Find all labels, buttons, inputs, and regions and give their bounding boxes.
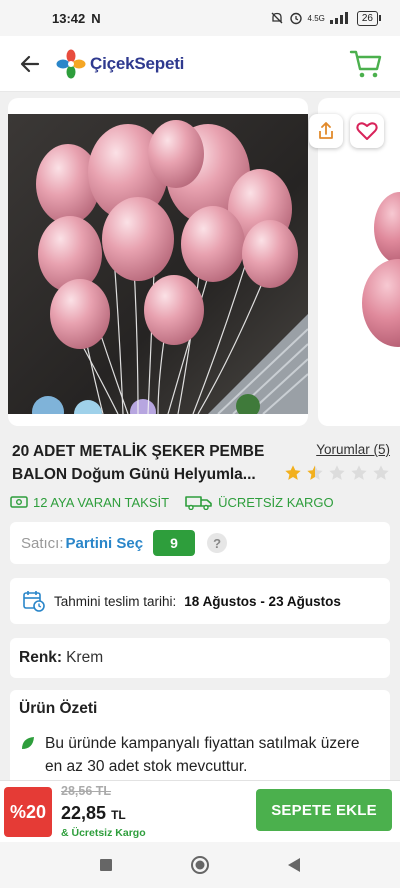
logo[interactable]: ÇiçekSepeti xyxy=(56,49,184,79)
notification-n-icon: N xyxy=(91,10,101,26)
discount-badge: %20 xyxy=(4,787,52,837)
free-shipping-promo: ÜCRETSİZ KARGO xyxy=(185,494,334,510)
product-image-slide[interactable] xyxy=(8,98,308,426)
delivery-label: Tahmini teslim tarihi: xyxy=(54,593,177,609)
help-icon[interactable]: ? xyxy=(207,533,228,553)
status-right: 4.5G 26 xyxy=(270,10,382,26)
seller-label: Satıcı: xyxy=(21,534,64,552)
balloons-image xyxy=(8,114,308,414)
battery-icon: 26 xyxy=(356,10,382,26)
calendar-clock-icon xyxy=(23,591,45,612)
currency: TL xyxy=(111,808,126,822)
color-selector[interactable]: Renk: Krem xyxy=(10,638,390,678)
cart-icon xyxy=(349,50,382,77)
system-back-button[interactable] xyxy=(282,853,306,877)
money-icon xyxy=(10,496,28,508)
seller-name-link[interactable]: Partini Seç xyxy=(66,535,144,552)
star-empty-icon xyxy=(351,465,367,480)
star-full-icon xyxy=(285,465,301,480)
square-icon xyxy=(100,859,112,871)
star-empty-icon xyxy=(329,465,345,480)
battery-level: 26 xyxy=(361,12,373,24)
summary-item: Bu üründe kampanyalı fiyattan satılmak ü… xyxy=(19,732,381,778)
share-button[interactable] xyxy=(309,114,343,148)
logo-text: ÇiçekSepeti xyxy=(90,53,185,73)
signal-icon xyxy=(329,12,348,24)
purchase-bar: %20 28,56 TL 22,85 TL & Ücretsiz Kargo S… xyxy=(0,780,400,842)
favorite-button[interactable] xyxy=(350,114,384,148)
triangle-back-icon xyxy=(288,858,300,872)
status-bar: 13:42 N 4.5G 26 xyxy=(0,0,400,36)
rating-stars[interactable] xyxy=(284,464,390,482)
star-empty-icon xyxy=(373,465,389,480)
delivery-card: Tahmini teslim tarihi: 18 Ağustos - 23 A… xyxy=(10,578,390,624)
product-photo xyxy=(8,114,308,414)
status-left: 13:42 N xyxy=(52,11,101,26)
alarm-icon xyxy=(289,12,302,25)
new-price: 22,85 TL xyxy=(61,803,126,824)
promo-row: 12 AYA VARAN TAKSİT ÜCRETSİZ KARGO xyxy=(10,492,390,512)
truck-icon xyxy=(185,496,212,510)
arrow-left-icon xyxy=(20,55,40,72)
summary-item-text: Bu üründe kampanyalı fiyattan satılmak ü… xyxy=(45,735,360,775)
flower-logo-icon xyxy=(56,49,86,78)
product-title: 20 ADET METALİK ŞEKER PEMBE BALON Doğum … xyxy=(12,443,265,483)
back-button[interactable] xyxy=(14,48,46,80)
summary-title: Ürün Özeti xyxy=(19,700,98,717)
recents-button[interactable] xyxy=(94,853,118,877)
home-button[interactable] xyxy=(188,853,212,877)
heart-icon xyxy=(356,122,378,140)
cart-button[interactable] xyxy=(346,44,386,84)
installment-promo: 12 AYA VARAN TAKSİT xyxy=(10,495,169,510)
new-price-value: 22,85 xyxy=(61,803,107,823)
installment-text: 12 AYA VARAN TAKSİT xyxy=(33,494,170,510)
seller-score-badge: 9 xyxy=(153,530,196,556)
old-price: 28,56 TL xyxy=(61,784,112,798)
free-cargo-text: & Ücretsiz Kargo xyxy=(61,827,146,839)
status-time: 13:42 xyxy=(52,10,86,26)
app-header: ÇiçekSepeti xyxy=(0,36,400,92)
star-half-icon xyxy=(307,465,323,480)
add-to-cart-button[interactable]: SEPETE EKLE xyxy=(256,789,392,831)
leaf-icon xyxy=(22,737,34,749)
color-label: Renk: xyxy=(19,649,63,666)
seller-card: Satıcı: Partini Seç 9 ? xyxy=(10,522,390,564)
reviews-link[interactable]: Yorumlar (5) xyxy=(316,442,390,457)
color-value: Krem xyxy=(66,649,104,666)
share-icon xyxy=(319,122,333,139)
circle-icon xyxy=(191,856,209,874)
free-shipping-text: ÜCRETSİZ KARGO xyxy=(218,494,334,510)
image-carousel[interactable] xyxy=(0,96,400,428)
network-type: 4.5G xyxy=(307,13,325,23)
product-title-block: 20 ADET METALİK ŞEKER PEMBE BALON Doğum … xyxy=(12,440,390,488)
system-nav-bar xyxy=(0,842,400,888)
delivery-date: 18 Ağustos - 23 Ağustos xyxy=(184,593,341,609)
product-summary-card: Ürün Özeti Bu üründe kampanyalı fiyattan… xyxy=(10,690,390,790)
mute-icon xyxy=(271,12,282,24)
